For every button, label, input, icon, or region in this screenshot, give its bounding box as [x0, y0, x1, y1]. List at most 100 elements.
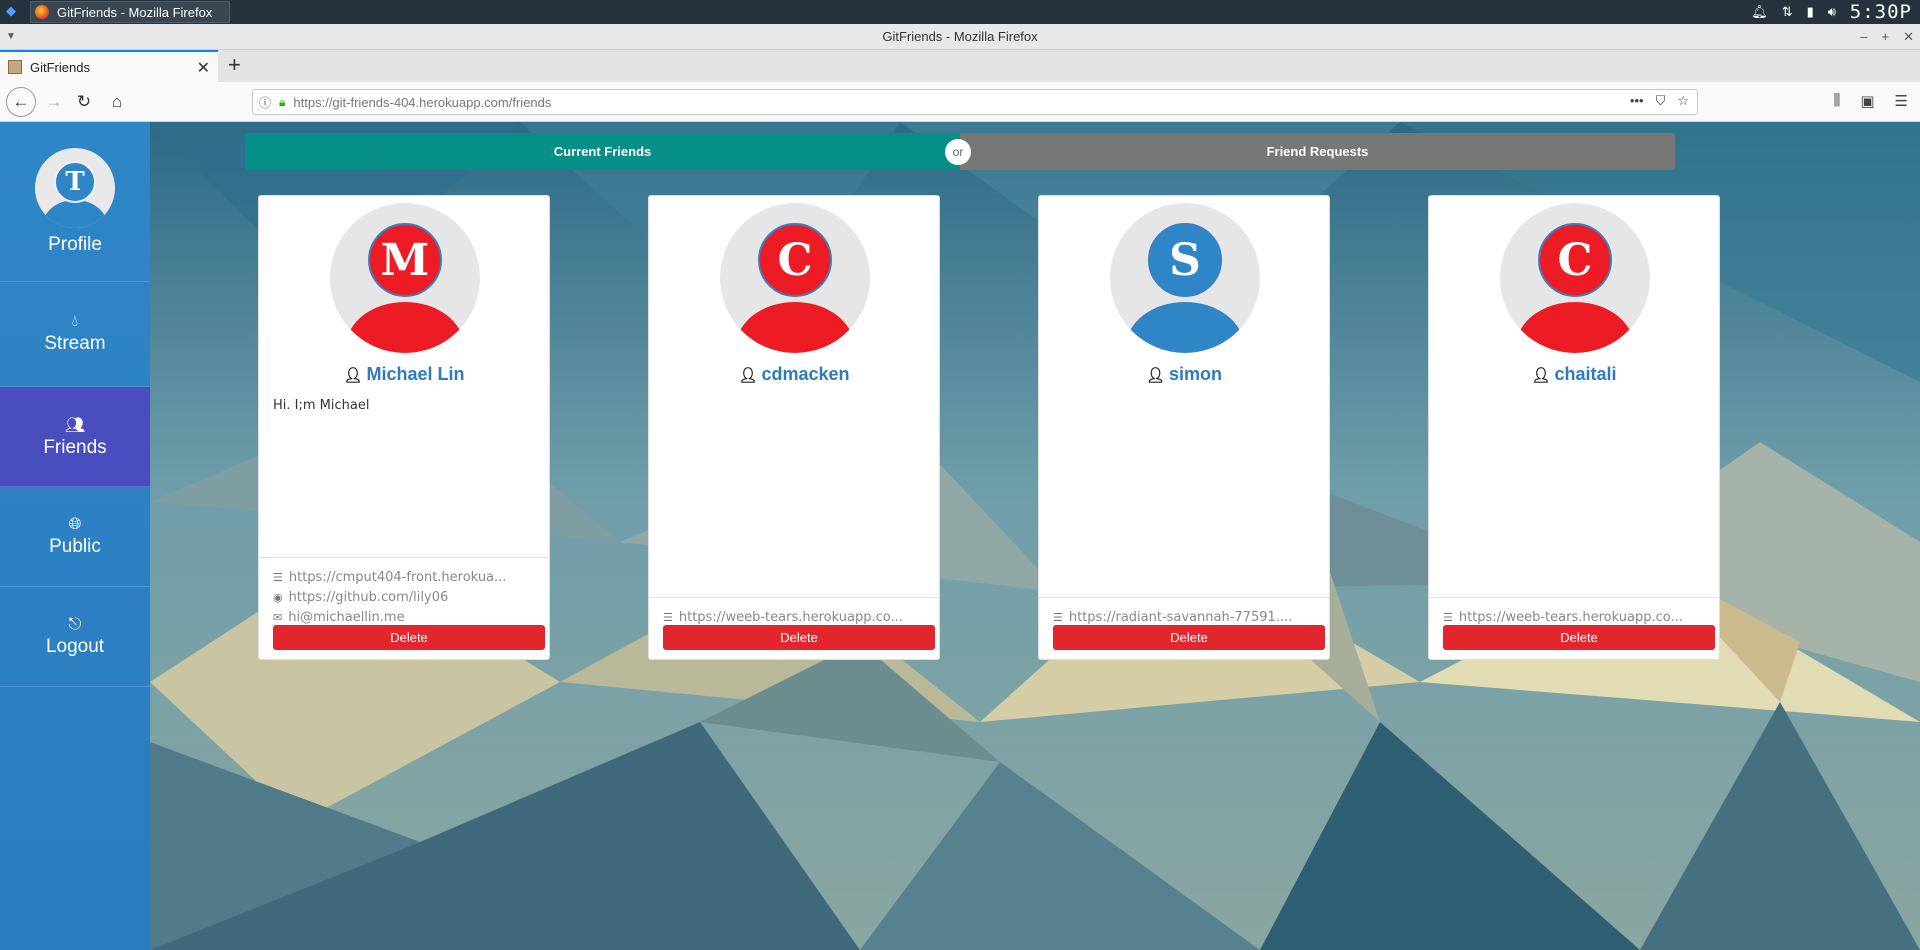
- url-path: /friends: [508, 94, 552, 110]
- system-tray: 🔔︎ ⇅ ▮ 🔊︎: [1751, 4, 1836, 20]
- friend-links: ☰ https://cmput404-front.herokua... ◉ http…: [259, 557, 549, 628]
- sidebar-item-public[interactable]: 🌐︎ Public: [0, 487, 150, 587]
- minimize-icon[interactable]: –: [1860, 24, 1867, 50]
- bell-icon[interactable]: 🔔︎: [1751, 4, 1768, 20]
- friend-links: ☰ https://radiant-savannah-77591....: [1039, 597, 1329, 628]
- info-icon[interactable]: ⓘ: [259, 94, 271, 111]
- maximize-icon[interactable]: +: [1882, 24, 1890, 50]
- friend-name-link[interactable]: 👤︎ Michael Lin: [259, 364, 549, 385]
- current-friends-tab[interactable]: Current Friends: [245, 133, 960, 170]
- volume-icon[interactable]: 🔊︎: [1828, 4, 1836, 20]
- page-viewport: T Profile 💧︎ Stream 👥︎ Friends 🌐︎ Public…: [0, 122, 1920, 950]
- favicon-icon: [8, 60, 22, 74]
- reload-icon[interactable]: ↻: [70, 88, 98, 116]
- sign-out-icon: ⎋: [68, 615, 82, 633]
- host-link[interactable]: ☰ https://cmput404-front.herokua...: [273, 568, 535, 588]
- server-icon: ☰: [1053, 611, 1063, 624]
- delete-friend-button[interactable]: Delete: [273, 625, 545, 650]
- friend-name-link[interactable]: 👤︎ chaitali: [1429, 364, 1719, 385]
- hamburger-menu-icon[interactable]: ☰: [1895, 92, 1908, 110]
- window-menu-icon[interactable]: ▼: [6, 24, 16, 50]
- sidebar-item-stream[interactable]: 💧︎ Stream: [0, 282, 150, 387]
- sidebar-item-logout[interactable]: ⎋ Logout: [0, 587, 150, 687]
- library-icon[interactable]: ⫼: [1833, 92, 1840, 110]
- battery-icon[interactable]: ▮: [1807, 4, 1814, 20]
- friend-links: ☰ https://weeb-tears.herokuapp.co...: [1429, 597, 1719, 628]
- close-tab-icon[interactable]: ✕: [197, 58, 210, 78]
- friend-name-link[interactable]: 👤︎ simon: [1039, 364, 1329, 385]
- sidebar-item-label: Profile: [48, 233, 102, 255]
- envelope-icon: ✉: [273, 611, 283, 624]
- friend-avatar: C: [1500, 203, 1650, 353]
- friend-card: S 👤︎ simon ☰ https://radiant-savannah-7759…: [1038, 195, 1330, 660]
- server-icon: ☰: [1443, 611, 1453, 624]
- delete-friend-button[interactable]: Delete: [1443, 625, 1715, 650]
- delete-friend-button[interactable]: Delete: [1053, 625, 1325, 650]
- friend-avatar: M: [330, 203, 480, 353]
- back-icon[interactable]: ←: [6, 87, 36, 117]
- sidebar-item-label: Public: [49, 535, 101, 557]
- app-sidebar: T Profile 💧︎ Stream 👥︎ Friends 🌐︎ Public…: [0, 122, 150, 950]
- friend-name: cdmacken: [761, 364, 850, 384]
- new-tab-icon[interactable]: +: [228, 52, 241, 78]
- friend-avatar: S: [1110, 203, 1260, 353]
- browser-tab[interactable]: GitFriends ✕: [0, 50, 218, 82]
- avatar-body: [736, 302, 854, 353]
- friend-requests-tab[interactable]: Friend Requests: [960, 133, 1675, 170]
- avatar-head: C: [758, 223, 832, 297]
- avatar-body: [346, 302, 464, 353]
- user-icon: 👤︎: [343, 367, 363, 384]
- friend-avatar: C: [720, 203, 870, 353]
- taskbar-window-button[interactable]: GitFriends - Mozilla Firefox: [30, 1, 230, 23]
- clock[interactable]: 5:30P: [1850, 1, 1912, 23]
- sidebar-item-friends[interactable]: 👥︎ Friends: [0, 387, 150, 487]
- window-titlebar: ▼ GitFriends - Mozilla Firefox – + ✕: [0, 24, 1920, 50]
- close-window-icon[interactable]: ✕: [1903, 24, 1914, 50]
- tab-strip: GitFriends ✕ +: [0, 50, 1920, 82]
- forward-icon[interactable]: →: [40, 88, 68, 116]
- home-icon[interactable]: ⌂: [103, 88, 131, 116]
- bookmark-star-icon[interactable]: ☆: [1677, 93, 1689, 109]
- friend-card: M 👤︎ Michael Lin Hi. I;m Michael ☰ https:/…: [258, 195, 550, 660]
- delete-friend-button[interactable]: Delete: [663, 625, 935, 650]
- sidebar-toggle-icon[interactable]: ▣: [1860, 92, 1874, 110]
- friend-card: C 👤︎ chaitali ☰ https://weeb-tears.herokua…: [1428, 195, 1720, 660]
- server-icon: ☰: [663, 611, 673, 624]
- friend-name-link[interactable]: 👤︎ cdmacken: [649, 364, 939, 385]
- avatar-head: C: [1538, 223, 1612, 297]
- taskbar-window-label: GitFriends - Mozilla Firefox: [57, 4, 213, 20]
- friend-name: Michael Lin: [366, 364, 465, 384]
- window-title: GitFriends - Mozilla Firefox: [882, 29, 1038, 44]
- os-taskbar: ◆ GitFriends - Mozilla Firefox 🔔︎ ⇅ ▮ 🔊︎…: [0, 0, 1920, 24]
- pocket-icon[interactable]: ⛉: [1656, 93, 1666, 109]
- friend-links: ☰ https://weeb-tears.herokuapp.co...: [649, 597, 939, 628]
- lock-icon[interactable]: 🔒︎: [279, 95, 285, 110]
- avatar-body: [1126, 302, 1244, 353]
- sidebar-item-label: Logout: [45, 635, 105, 657]
- avatar-head: S: [1148, 223, 1222, 297]
- avatar-head: M: [368, 223, 442, 297]
- user-icon: 👤︎: [1145, 367, 1166, 384]
- more-actions-icon[interactable]: •••: [1630, 93, 1644, 109]
- users-icon: 👥︎: [64, 416, 86, 434]
- server-icon: ☰: [273, 571, 283, 584]
- user-icon: 👤︎: [1531, 367, 1551, 384]
- user-icon: 👤︎: [738, 367, 758, 384]
- avatar-body: [1516, 302, 1634, 353]
- friend-name: simon: [1169, 364, 1223, 384]
- sidebar-item-label: Friends: [43, 436, 107, 458]
- or-divider: or: [945, 139, 971, 165]
- sidebar-item-label: Stream: [44, 333, 106, 354]
- sidebar-item-profile[interactable]: T Profile: [0, 122, 150, 282]
- github-icon: ◉: [273, 591, 283, 604]
- droplet-icon: 💧︎: [71, 313, 79, 330]
- os-menu-icon[interactable]: ◆: [6, 3, 16, 19]
- avatar-head: T: [54, 160, 96, 203]
- url-bar[interactable]: ⓘ 🔒︎ https://git-friends-404.herokuapp.c…: [252, 89, 1698, 115]
- tab-title: GitFriends: [30, 59, 90, 75]
- network-icon[interactable]: ⇅: [1782, 4, 1793, 20]
- navigation-toolbar: ← → ↻ ⌂ ⓘ 🔒︎ https://git-friends-404.her…: [0, 82, 1920, 122]
- github-link[interactable]: ◉ https://github.com/lily06: [273, 588, 535, 608]
- globe-icon: 🌐︎: [68, 515, 82, 533]
- friend-card: C 👤︎ cdmacken ☰ https://weeb-tears.herokua…: [648, 195, 940, 660]
